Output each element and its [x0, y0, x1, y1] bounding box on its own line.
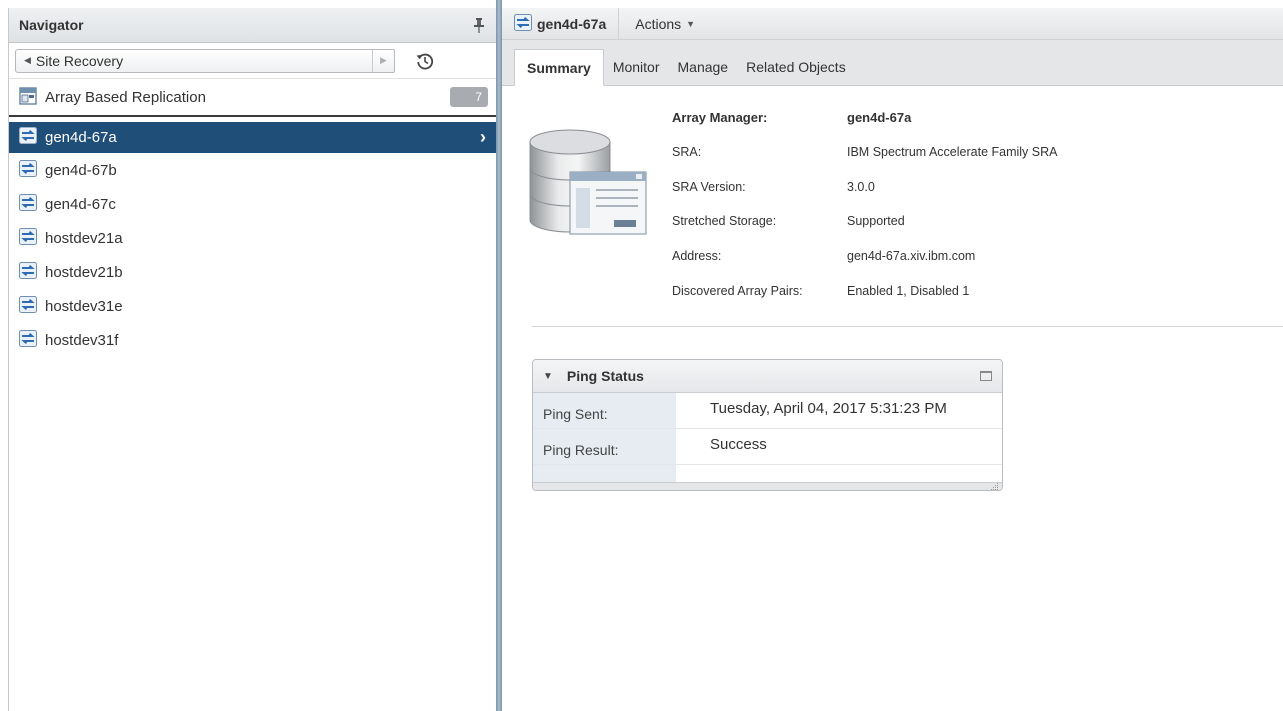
array-replication-icon: [19, 86, 37, 108]
ping-key: Ping Sent:: [533, 393, 676, 428]
collapse-triangle-icon[interactable]: ▼: [543, 371, 553, 382]
summary-section: Array Manager: gen4d-67a SRA: IBM Spectr…: [502, 86, 1283, 336]
ping-row: Ping Sent: Tuesday, April 04, 2017 5:31:…: [533, 393, 1002, 429]
array-manager-icon: [514, 13, 532, 34]
property-row: Stretched Storage: Supported: [672, 204, 1057, 239]
pin-icon[interactable]: [472, 17, 486, 33]
list-item-label: hostdev21a: [45, 229, 123, 247]
database-icon: [526, 128, 650, 248]
property-row: SRA: IBM Spectrum Accelerate Family SRA: [672, 135, 1057, 170]
chevron-right-icon[interactable]: ›: [480, 127, 486, 148]
tab-monitor[interactable]: Monitor: [604, 49, 669, 85]
forward-button[interactable]: ▶: [372, 49, 394, 72]
main-content: gen4d-67a Actions ▼ Summary Monitor Mana…: [502, 0, 1283, 711]
ping-value: Success: [710, 436, 767, 453]
list-item-hostdev21a[interactable]: hostdev21a: [9, 221, 496, 255]
array-manager-properties: Array Manager: gen4d-67a SRA: IBM Spectr…: [672, 100, 1057, 308]
maximize-icon[interactable]: [980, 371, 992, 381]
property-row: Discovered Array Pairs: Enabled 1, Disab…: [672, 273, 1057, 308]
array-manager-icon: [19, 261, 37, 283]
property-key: Address:: [672, 249, 722, 264]
tab-manage[interactable]: Manage: [669, 49, 738, 85]
portlet-title: Ping Status: [566, 368, 644, 384]
back-navigation-field: ◀ Site Recovery ▶: [15, 48, 395, 73]
list-item-gen4d-67b[interactable]: gen4d-67b: [9, 153, 496, 187]
list-item-label: gen4d-67b: [45, 161, 117, 179]
array-manager-list: gen4d-67a › gen4d-67b gen4d-67c hostdev2…: [9, 122, 496, 357]
property-value: Supported: [847, 214, 905, 229]
list-item-label: hostdev31e: [45, 297, 123, 315]
object-title-text: gen4d-67a: [537, 15, 607, 32]
property-key: Stretched Storage:: [672, 214, 777, 229]
property-row: Address: gen4d-67a.xiv.ibm.com: [672, 239, 1057, 274]
property-key: SRA:: [672, 145, 702, 160]
list-item-label: hostdev21b: [45, 263, 123, 281]
actions-label: Actions: [635, 15, 682, 32]
ping-key: Ping Result:: [533, 429, 676, 464]
list-item-label: gen4d-67a: [45, 129, 117, 146]
portlet-header[interactable]: ▼ Ping Status: [533, 360, 1002, 393]
resize-grip-icon[interactable]: [989, 478, 999, 490]
back-button[interactable]: ◀ Site Recovery: [16, 50, 129, 72]
list-item-label: hostdev31f: [45, 331, 119, 349]
object-title: gen4d-67a: [502, 8, 620, 39]
array-manager-icon: [19, 159, 37, 181]
tab-bar: Summary Monitor Manage Related Objects: [502, 40, 1283, 86]
ping-row: Ping Result: Success: [533, 429, 1002, 465]
property-key: Discovered Array Pairs:: [672, 283, 803, 298]
array-manager-icon: [19, 295, 37, 317]
array-manager-icon: [19, 193, 37, 215]
property-row: Array Manager: gen4d-67a: [672, 100, 1057, 135]
ping-value: Tuesday, April 04, 2017 5:31:23 PM: [710, 400, 947, 417]
category-label: Array Based Replication: [45, 88, 206, 106]
array-manager-icon: [19, 329, 37, 351]
category-array-based-replication[interactable]: Array Based Replication 7: [9, 79, 496, 117]
navigator-panel: Navigator ◀ Site Recovery ▶ Array Based …: [8, 8, 496, 711]
back-button-label: Site Recovery: [35, 52, 124, 69]
array-manager-icon: [19, 227, 37, 249]
back-arrow-icon: ◀: [24, 55, 31, 65]
count-badge: 7: [450, 87, 488, 107]
chevron-down-icon: ▼: [686, 18, 696, 29]
property-value: 3.0.0: [847, 179, 875, 194]
property-value: gen4d-67a: [847, 109, 912, 125]
navigator-title: Navigator: [19, 17, 84, 33]
list-item-hostdev21b[interactable]: hostdev21b: [9, 255, 496, 289]
navigation-history-bar: ◀ Site Recovery ▶: [9, 43, 496, 79]
history-icon[interactable]: [413, 49, 437, 73]
property-key: Array Manager:: [672, 109, 768, 125]
property-row: SRA Version: 3.0.0: [672, 169, 1057, 204]
array-manager-icon: [19, 127, 37, 148]
list-item-label: gen4d-67c: [45, 195, 116, 213]
tab-related-objects[interactable]: Related Objects: [737, 49, 855, 85]
list-item-hostdev31f[interactable]: hostdev31f: [9, 323, 496, 357]
list-item-hostdev31e[interactable]: hostdev31e: [9, 289, 496, 323]
property-value: gen4d-67a.xiv.ibm.com: [847, 249, 976, 264]
property-value: Enabled 1, Disabled 1: [847, 283, 970, 298]
actions-menu[interactable]: Actions ▼: [619, 16, 711, 32]
property-value: IBM Spectrum Accelerate Family SRA: [847, 145, 1058, 160]
list-item-gen4d-67c[interactable]: gen4d-67c: [9, 187, 496, 221]
list-item-gen4d-67a[interactable]: gen4d-67a ›: [9, 122, 496, 153]
tab-summary[interactable]: Summary: [514, 49, 604, 86]
property-key: SRA Version:: [672, 179, 746, 194]
object-title-bar: gen4d-67a Actions ▼: [502, 0, 1283, 40]
divider: [532, 326, 1283, 327]
ping-status-portlet: ▼ Ping Status Ping Sent: Tuesday, April …: [532, 359, 1003, 491]
navigator-header: Navigator: [9, 8, 496, 43]
portlet-footer: [533, 482, 1002, 490]
